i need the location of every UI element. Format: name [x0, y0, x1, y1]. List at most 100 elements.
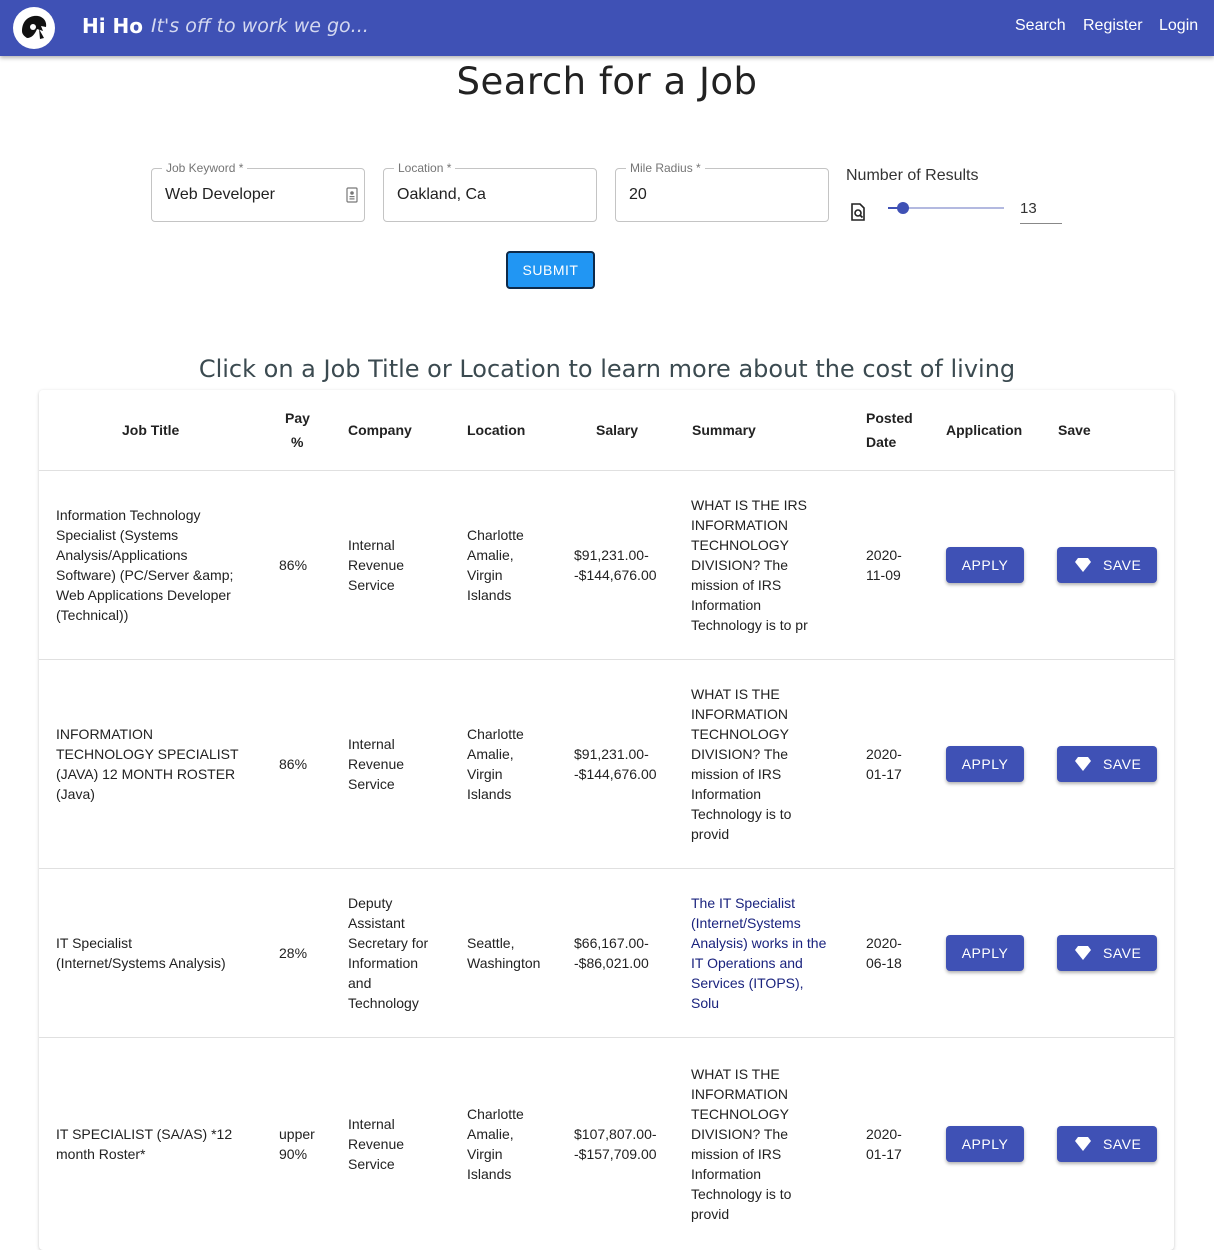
- job-keyword-field[interactable]: Job Keyword * Web Developer: [151, 161, 365, 222]
- job-title-cell-line: Information Technology: [56, 506, 201, 523]
- salary-cell-line: -$157,709.00: [574, 1145, 657, 1162]
- location-cell[interactable]: Charlotte Amalie, Virgin Islands: [467, 724, 524, 804]
- header-application: Application: [946, 422, 1023, 438]
- location-cell[interactable]: Charlotte Amalie, Virgin Islands: [467, 525, 524, 605]
- summary-cell-line: WHAT IS THE: [691, 1065, 780, 1082]
- summary-cell: WHAT IS THE INFORMATION TECHNOLOGY DIVISION…: [691, 684, 791, 844]
- company-cell: Internal Revenue Service: [348, 734, 404, 794]
- pay-cell: 28%: [279, 943, 307, 963]
- apply-button[interactable]: APPLY: [946, 546, 1024, 583]
- results-label: Number of Results: [846, 167, 979, 184]
- location-field[interactable]: Location * Oakland, Ca: [383, 161, 597, 222]
- company-cell-line: Service: [348, 775, 395, 792]
- salary-cell-line: -$86,021.00: [574, 954, 649, 971]
- job-title-cell-line: INFORMATION: [56, 725, 153, 742]
- location-cell-line: Charlotte: [467, 1105, 524, 1122]
- summary-cell-line: Technology is to pr: [691, 616, 808, 633]
- summary-cell-line: WHAT IS THE IRS: [691, 496, 807, 513]
- header-company: Company: [348, 422, 412, 438]
- summary-cell-line: DIVISION? The: [691, 745, 789, 762]
- nav-login[interactable]: Login: [1159, 17, 1198, 35]
- location-cell-line: Washington: [467, 954, 541, 971]
- salary-cell-line: $91,231.00-: [574, 745, 649, 762]
- diamond-icon: [1075, 1136, 1091, 1151]
- job-keyword-label: Job Keyword *: [162, 161, 248, 175]
- save-button[interactable]: SAVE: [1057, 745, 1157, 782]
- summary-cell-line: provid: [691, 1205, 730, 1222]
- summary-cell: The IT Specialist (Internet/Systems Analys…: [691, 893, 826, 1013]
- location-cell-line: Charlotte: [467, 526, 524, 543]
- job-title-cell-line: (Internet/Systems Analysis): [56, 954, 226, 971]
- location-cell-line: Islands: [467, 586, 512, 603]
- salary-cell-line: $66,167.00-: [574, 934, 649, 951]
- job-title-cell[interactable]: IT SPECIALIST (SA/AS) *12 month Roster*: [56, 1124, 232, 1164]
- posted-date-cell-line: 11-09: [866, 566, 901, 583]
- summary-cell-line: mission of IRS: [691, 1145, 782, 1162]
- job-title-cell-line: IT Specialist: [56, 934, 132, 951]
- apply-button[interactable]: APPLY: [946, 1125, 1024, 1162]
- summary-cell-line: IT Operations and: [691, 954, 803, 971]
- pay-cell: upper 90%: [279, 1124, 315, 1164]
- posted-date-cell-line: 2020-: [866, 1125, 902, 1142]
- logo-icon[interactable]: [13, 7, 55, 49]
- header-date: Date: [866, 434, 897, 450]
- brand-name[interactable]: Hi Ho: [82, 14, 143, 38]
- row-divider: [39, 470, 1174, 471]
- location-cell[interactable]: Charlotte Amalie, Virgin Islands: [467, 1104, 524, 1184]
- posted-date-cell: 2020- 01-17: [866, 744, 902, 784]
- salary-cell: $91,231.00- -$144,676.00: [574, 545, 657, 585]
- salary-cell: $107,807.00- -$157,709.00: [574, 1124, 657, 1164]
- apply-button[interactable]: APPLY: [946, 745, 1024, 782]
- location-cell[interactable]: Seattle, Washington: [467, 933, 540, 973]
- pay-cell: 86%: [279, 555, 307, 575]
- nav-register[interactable]: Register: [1083, 17, 1143, 35]
- apply-button[interactable]: APPLY: [946, 934, 1024, 971]
- diamond-icon: [1075, 756, 1091, 771]
- company-cell-line: Revenue: [348, 1135, 405, 1152]
- location-cell-line: Amalie,: [467, 1125, 514, 1142]
- results-table: Job Title Pay % Company Location Salary …: [39, 390, 1174, 1250]
- summary-cell-line: TECHNOLOGY: [691, 1105, 790, 1122]
- results-subtitle: Click on a Job Title or Location to lear…: [198, 355, 1016, 383]
- company-cell-line: Service: [348, 576, 395, 593]
- results-input[interactable]: 13: [1020, 197, 1062, 224]
- header-pay-percent: %: [291, 434, 304, 450]
- diamond-icon: [1075, 945, 1091, 960]
- job-title-cell-line: IT SPECIALIST (SA/AS) *12: [56, 1125, 233, 1142]
- job-title-cell-line: (Technical)): [56, 606, 129, 623]
- job-title-cell[interactable]: IT Specialist (Internet/Systems Analysis): [56, 933, 226, 973]
- location-cell-line: Amalie,: [467, 745, 514, 762]
- summary-cell-line: (Internet/Systems: [691, 914, 801, 931]
- page-search-icon: [851, 203, 865, 221]
- header-salary: Salary: [596, 422, 639, 438]
- save-button[interactable]: SAVE: [1057, 1125, 1157, 1162]
- location-cell-line: Islands: [467, 785, 512, 802]
- summary-cell-line: Solu: [691, 994, 720, 1011]
- mile-radius-field[interactable]: Mile Radius * 20: [615, 161, 829, 222]
- company-cell-line: Secretary for: [348, 934, 429, 951]
- submit-button[interactable]: SUBMIT: [506, 251, 595, 289]
- job-keyword-value[interactable]: Web Developer: [165, 186, 275, 204]
- posted-date-cell: 2020- 01-17: [866, 1124, 902, 1164]
- save-button[interactable]: SAVE: [1057, 546, 1157, 583]
- posted-date-cell: 2020- 06-18: [866, 933, 902, 973]
- salary-cell-line: -$144,676.00: [574, 765, 657, 782]
- job-title-cell[interactable]: INFORMATION TECHNOLOGY SPECIALIST (JAVA) 1…: [56, 724, 239, 804]
- company-cell: Internal Revenue Service: [348, 535, 404, 595]
- location-value[interactable]: Oakland, Ca: [397, 186, 486, 204]
- location-cell-line: Charlotte: [467, 725, 524, 742]
- save-button[interactable]: SAVE: [1057, 934, 1157, 971]
- summary-cell-line: INFORMATION: [691, 705, 788, 722]
- row-divider: [39, 868, 1174, 869]
- summary-cell: WHAT IS THE INFORMATION TECHNOLOGY DIVISION…: [691, 1064, 791, 1224]
- header-save: Save: [1058, 422, 1091, 438]
- location-cell-line: Seattle,: [467, 934, 515, 951]
- summary-cell-line: INFORMATION: [691, 1085, 788, 1102]
- job-title-cell[interactable]: Information Technology Specialist (System…: [56, 505, 233, 625]
- mile-radius-label: Mile Radius *: [626, 161, 705, 175]
- pay-cell-line: 86%: [279, 755, 308, 772]
- pay-cell-line: 86%: [279, 556, 308, 573]
- results-slider-thumb[interactable]: [897, 202, 910, 214]
- mile-radius-value[interactable]: 20: [629, 186, 647, 204]
- nav-search[interactable]: Search: [1015, 17, 1066, 35]
